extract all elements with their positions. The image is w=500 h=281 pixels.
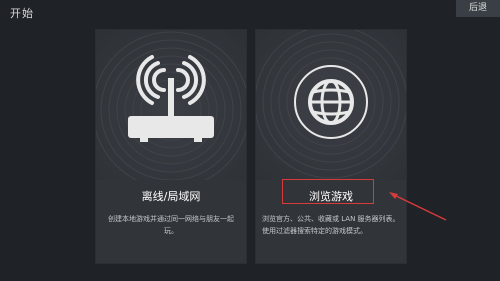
annotation-arrow xyxy=(389,192,447,221)
